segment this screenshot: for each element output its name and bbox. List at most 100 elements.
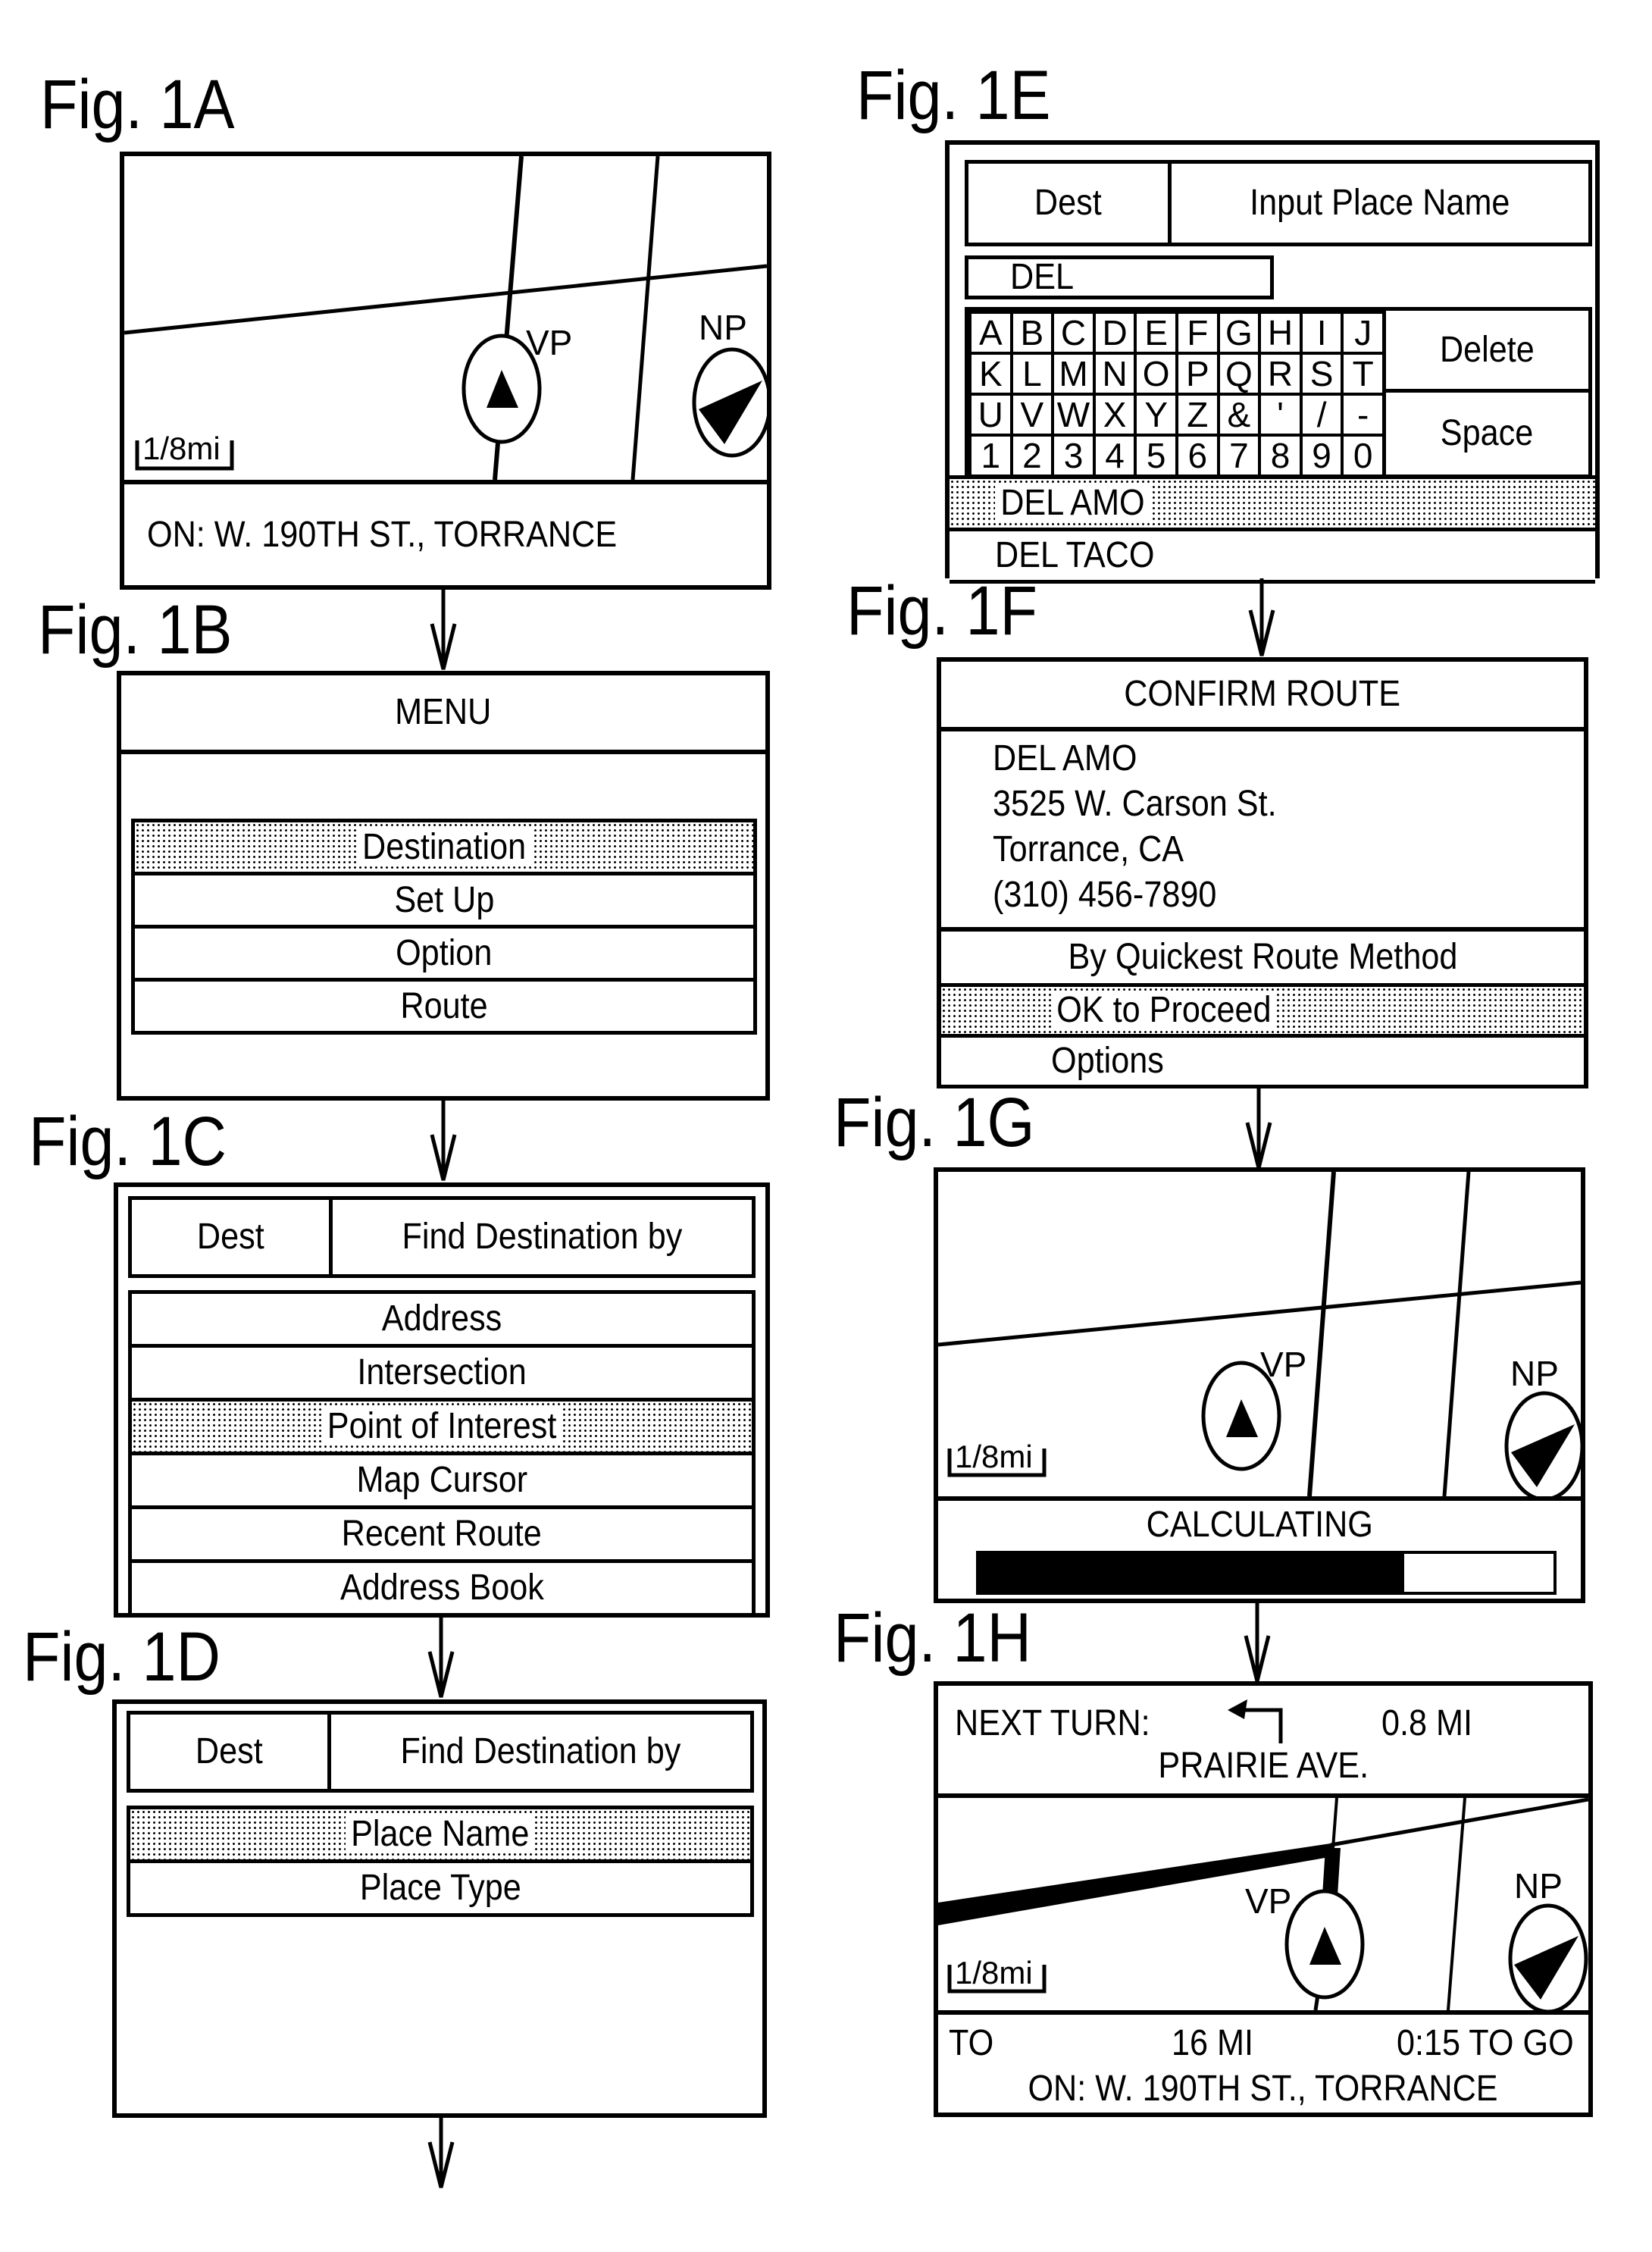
fig-1a-label: Fig. 1A [40, 66, 235, 143]
keyboard-key[interactable]: Q [1216, 352, 1262, 396]
scale-label: 1/8mi [955, 1439, 1033, 1474]
keyboard-key[interactable]: F [1175, 311, 1220, 355]
fig-1d-label: Fig. 1D [23, 1618, 221, 1696]
route-method[interactable]: By Quickest Route Method [941, 932, 1584, 983]
keyboard-key[interactable]: 3 [1051, 434, 1096, 478]
flow-arrow-icon [1248, 578, 1275, 656]
np-label: NP [699, 308, 747, 347]
progress-fill [979, 1554, 1404, 1592]
address-line: 3525 W. Carson St. [993, 784, 1277, 824]
keyboard-key[interactable]: T [1341, 352, 1385, 396]
keyboard-key[interactable]: 2 [1009, 434, 1055, 478]
turn-left-arrow-icon [1228, 1699, 1283, 1743]
keyboard-key[interactable]: P [1175, 352, 1220, 396]
keyboard-key[interactable]: K [968, 352, 1013, 396]
destination-method-item[interactable]: Address Book [128, 1559, 756, 1617]
keyboard-key[interactable]: V [1009, 393, 1055, 437]
keyboard-key[interactable]: M [1051, 352, 1096, 396]
map-road [1447, 1798, 1466, 2010]
keyboard-key[interactable]: 9 [1299, 434, 1344, 478]
flow-arrow-icon [430, 590, 457, 670]
next-turn-panel: NEXT TURN: 0.8 MI PRAIRIE AVE. [938, 1686, 1588, 1793]
keyboard-key[interactable]: 5 [1134, 434, 1178, 478]
list-item-label: Address Book [339, 1568, 544, 1608]
keyboard-key[interactable]: 4 [1092, 434, 1137, 478]
keyboard-key[interactable]: J [1341, 311, 1385, 355]
to-label: TO [949, 2023, 994, 2063]
keyboard-key[interactable]: A [968, 311, 1013, 355]
fig-1h-map[interactable]: VP NP 1/8mi [938, 1798, 1588, 2010]
place-search-item[interactable]: Place Name [127, 1806, 754, 1863]
fig-1e-screen: Dest Input Place Name DEL Delete Space A… [945, 140, 1600, 584]
keyboard-key[interactable]: X [1092, 393, 1137, 437]
keyboard-key[interactable]: 0 [1341, 434, 1385, 478]
keyboard-key[interactable]: ' [1258, 393, 1303, 437]
keyboard-key[interactable]: H [1258, 311, 1303, 355]
keyboard-key[interactable]: - [1341, 393, 1385, 437]
keyboard-key[interactable]: I [1299, 311, 1344, 355]
list-item-label: OK to Proceed [1051, 992, 1277, 1029]
keyboard-key[interactable]: R [1258, 352, 1303, 396]
flow-arrow-icon [427, 1618, 455, 1698]
destination-method-item[interactable]: Recent Route [128, 1505, 756, 1563]
keyboard-key[interactable]: D [1092, 311, 1137, 355]
keyboard-key[interactable]: Z [1175, 393, 1220, 437]
confirm-option-item[interactable]: Options [941, 1034, 1584, 1088]
keyboard-key[interactable]: U [968, 393, 1013, 437]
north-pointer-icon [692, 347, 767, 458]
delete-key[interactable]: Delete [1382, 311, 1588, 393]
destination-method-item[interactable]: Address [128, 1290, 756, 1348]
header-dest-tab[interactable]: Dest [968, 164, 1172, 243]
keyboard-key[interactable]: Y [1134, 393, 1178, 437]
destination-method-item[interactable]: Intersection [128, 1344, 756, 1402]
map-road [938, 1280, 1581, 1347]
screen-header: Dest Input Place Name [965, 160, 1592, 246]
keyboard-key[interactable]: 6 [1175, 434, 1220, 478]
place-result-item[interactable]: DEL TACO [950, 528, 1595, 584]
header-title-text: Find Destination by [402, 1217, 683, 1257]
keyboard-key[interactable]: 1 [968, 434, 1013, 478]
keyboard-key[interactable]: B [1009, 311, 1055, 355]
keyboard-key[interactable]: O [1134, 352, 1178, 396]
list-item-label: DEL TACO [995, 535, 1155, 575]
place-result-item[interactable]: DEL AMO [950, 475, 1595, 531]
destination-method-item[interactable]: Point of Interest [128, 1398, 756, 1455]
fig-1a-map[interactable]: VP NP 1/8mi [124, 156, 767, 480]
menu-item[interactable]: Route [131, 978, 757, 1035]
keyboard-key[interactable]: S [1299, 352, 1344, 396]
keyboard-key[interactable]: 8 [1258, 434, 1303, 478]
keyboard-key[interactable]: W [1051, 393, 1096, 437]
list-item-label: Destination [356, 828, 532, 866]
fig-1e-label: Fig. 1E [856, 57, 1051, 134]
keyboard-key[interactable]: C [1051, 311, 1096, 355]
fig-1g-map[interactable]: VP NP 1/8mi [938, 1172, 1581, 1496]
space-key[interactable]: Space [1382, 393, 1588, 475]
header-dest-tab[interactable]: Dest [130, 1715, 331, 1789]
flow-arrow-icon [1244, 1603, 1271, 1682]
menu-title-text: MENU [395, 692, 492, 732]
keyboard-key[interactable]: G [1216, 311, 1262, 355]
keyboard-key[interactable]: / [1299, 393, 1344, 437]
header-dest-tab[interactable]: Dest [132, 1200, 333, 1274]
confirm-option-item[interactable]: OK to Proceed [941, 983, 1584, 1038]
keyboard-key[interactable]: E [1134, 311, 1178, 355]
list-item-label: Place Type [359, 1868, 521, 1908]
place-search-item[interactable]: Place Type [127, 1859, 754, 1917]
menu-item[interactable]: Set Up [131, 872, 757, 929]
list-item-label: Recent Route [341, 1514, 543, 1554]
keyboard-key[interactable]: 7 [1216, 434, 1262, 478]
place-name-input[interactable]: DEL [965, 255, 1274, 299]
header-title: Find Destination by [331, 1715, 750, 1789]
destination-method-item[interactable]: Map Cursor [128, 1452, 756, 1509]
keyboard-key[interactable]: N [1092, 352, 1137, 396]
keyboard-key[interactable]: L [1009, 352, 1055, 396]
menu-item[interactable]: Destination [131, 819, 757, 875]
turn-street-text: PRAIRIE AVE. [1158, 1746, 1369, 1786]
menu-item[interactable]: Option [131, 925, 757, 982]
screen-header: Dest Find Destination by [128, 1196, 756, 1278]
calculating-status: CALCULATING [938, 1502, 1581, 1548]
np-label: NP [1514, 1866, 1563, 1906]
north-pointer-icon [1504, 1391, 1581, 1496]
fig-1h-label: Fig. 1H [834, 1599, 1031, 1677]
keyboard-key[interactable]: & [1216, 393, 1262, 437]
